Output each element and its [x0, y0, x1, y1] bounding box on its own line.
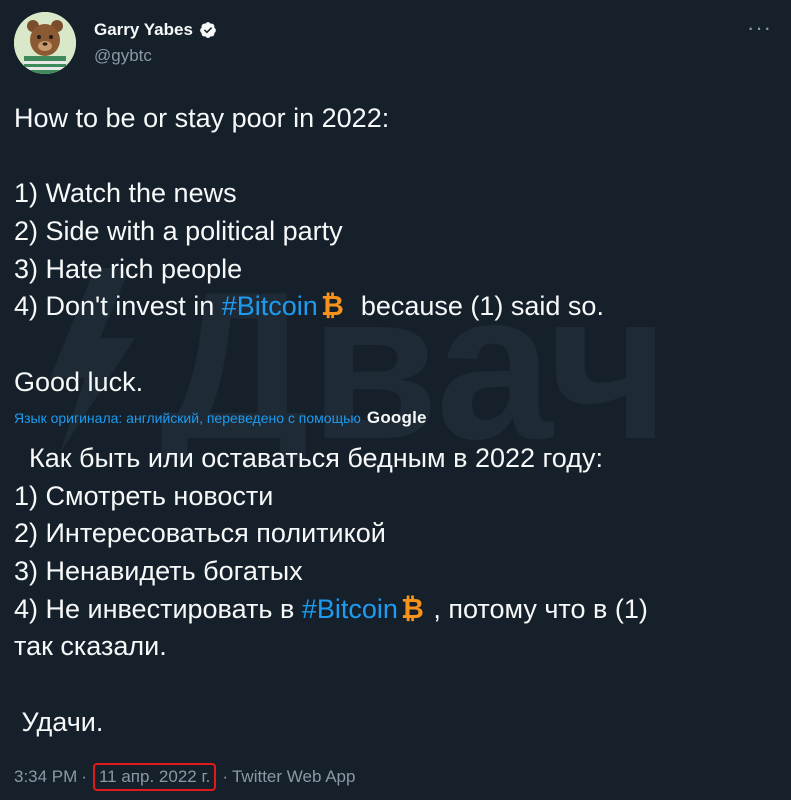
tweet-source-app[interactable]: Twitter Web App: [232, 767, 355, 787]
translated-line-prefix: 4) Не инвестировать в: [14, 593, 302, 624]
tweet-line: 2) Side with a political party: [14, 216, 343, 247]
translated-line: [14, 666, 784, 704]
tweet-line-4: 4) Don't invest in #Bitcoin ₿ because (1)…: [14, 288, 784, 326]
verified-badge-icon: [200, 22, 216, 38]
separator-dot: ·: [81, 767, 87, 786]
tweet-header: Garry Yabes @gybtc ···: [14, 10, 779, 74]
translated-text: Как быть или оставаться бедным в 2022 го…: [14, 440, 784, 742]
tweet-line-prefix: 4) Don't invest in: [14, 291, 222, 322]
hashtag-link[interactable]: #Bitcoin: [222, 291, 318, 321]
tweet-line: How to be or stay poor in 2022:: [14, 103, 390, 133]
tweet-meta: 3:34 PM · 11 апр. 2022 г. · Twitter Web …: [14, 763, 355, 791]
separator-dot: ·: [222, 767, 228, 786]
translation-notice[interactable]: Язык оригинала: английский, переведено с…: [14, 408, 427, 428]
display-name[interactable]: Garry Yabes: [94, 20, 193, 40]
tweet: Garry Yabes @gybtc ··· How to be or stay…: [0, 0, 791, 800]
translated-line: так сказали.: [14, 631, 167, 662]
translated-line: Как быть или оставаться бедным в 2022 го…: [14, 443, 603, 473]
user-handle[interactable]: @gybtc: [94, 46, 217, 66]
tweet-text: How to be or stay poor in 2022: 1) Watch …: [14, 100, 784, 402]
svg-text:₿: ₿: [321, 290, 344, 320]
tweet-line: [14, 138, 784, 176]
tweet-line: [14, 326, 784, 364]
more-dots-icon[interactable]: ···: [747, 17, 771, 44]
tweet-time[interactable]: 3:34 PM: [14, 767, 77, 787]
tweet-date-highlighted[interactable]: 11 апр. 2022 г.: [92, 763, 217, 791]
translated-line: 2) Интересоваться политикой: [14, 518, 386, 549]
display-name-row[interactable]: Garry Yabes: [94, 20, 217, 40]
tweet-line: 1) Watch the news: [14, 178, 237, 209]
translated-line: 1) Смотреть новости: [14, 480, 274, 511]
translated-closing: Удачи.: [14, 706, 104, 737]
tweet-line-suffix: because (1) said so.: [345, 291, 604, 322]
translated-line: 3) Ненавидеть богатых: [14, 556, 303, 587]
translated-line-4: 4) Не инвестировать в #Bitcoin ₿ , потому…: [14, 591, 784, 629]
google-logo: Google: [366, 408, 427, 427]
tweet-line: 3) Hate rich people: [14, 253, 243, 284]
translated-line-suffix: , потому что в (1): [425, 593, 648, 624]
bear-avatar-icon: [14, 12, 76, 74]
user-avatar[interactable]: [14, 12, 76, 74]
tweet-closing: Good luck.: [14, 366, 144, 397]
svg-text:₿: ₿: [401, 593, 424, 623]
translation-notice-text[interactable]: Язык оригинала: английский, переведено с…: [14, 410, 361, 426]
bitcoin-emoji-icon: ₿: [401, 593, 424, 623]
user-names: Garry Yabes @gybtc: [94, 20, 217, 66]
hashtag-link[interactable]: #Bitcoin: [302, 594, 398, 624]
bitcoin-emoji-icon: ₿: [321, 290, 344, 320]
